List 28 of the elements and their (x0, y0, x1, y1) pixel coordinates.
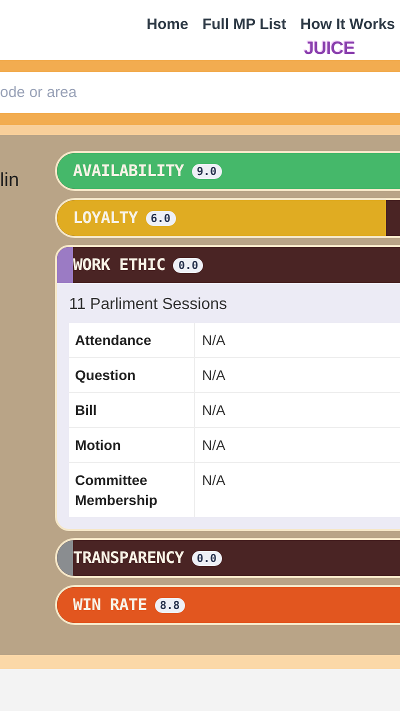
table-cell: Committee Membership (69, 463, 195, 517)
score-badge: 0.0 (192, 550, 222, 566)
table-cell-text: N/A (201, 331, 226, 350)
category-card[interactable]: WORK ETHIC 0.0 11 Parliment Sessions Attendance N/A Question N/A Bill N/A Motion N/A Committee Membership N/A (55, 245, 400, 531)
nav-link[interactable]: How It Works (300, 14, 395, 40)
table-cell: Motion (69, 428, 195, 462)
sessions-title: 11 Parliment Sessions (69, 295, 228, 315)
table-cell-text: N/A (201, 401, 226, 420)
category-bar[interactable]: LOYALTY 6.0 (55, 198, 400, 238)
table-cell-text: N/A (201, 436, 226, 455)
score-badge: 0.0 (173, 258, 204, 272)
category-label: TRANSPARENCY (73, 547, 184, 569)
category-label: AVAILABILITY (73, 160, 184, 182)
table-cell: Attendance (69, 323, 195, 357)
category-bar[interactable]: AVAILABILITY 9.0 (55, 151, 400, 191)
mp-name: lin (0, 170, 20, 191)
category-label: LOYALTY (73, 207, 138, 229)
category-label: WIN RATE (73, 594, 147, 616)
category-label: WORK ETHIC (73, 254, 166, 276)
category-bar[interactable]: WIN RATE 8.8 (55, 585, 400, 625)
table-cell-text: N/A (201, 471, 226, 490)
category-bar[interactable]: TRANSPARENCY 0.0 (55, 538, 400, 578)
table-cell: Bill (69, 393, 195, 427)
juice-logo[interactable]: JUICE (304, 38, 355, 58)
table-cell: Question (69, 358, 195, 392)
nav-link[interactable]: Full MP List (202, 14, 286, 40)
table-cell-text: N/A (201, 366, 226, 385)
nav-link[interactable]: Home (146, 14, 188, 40)
